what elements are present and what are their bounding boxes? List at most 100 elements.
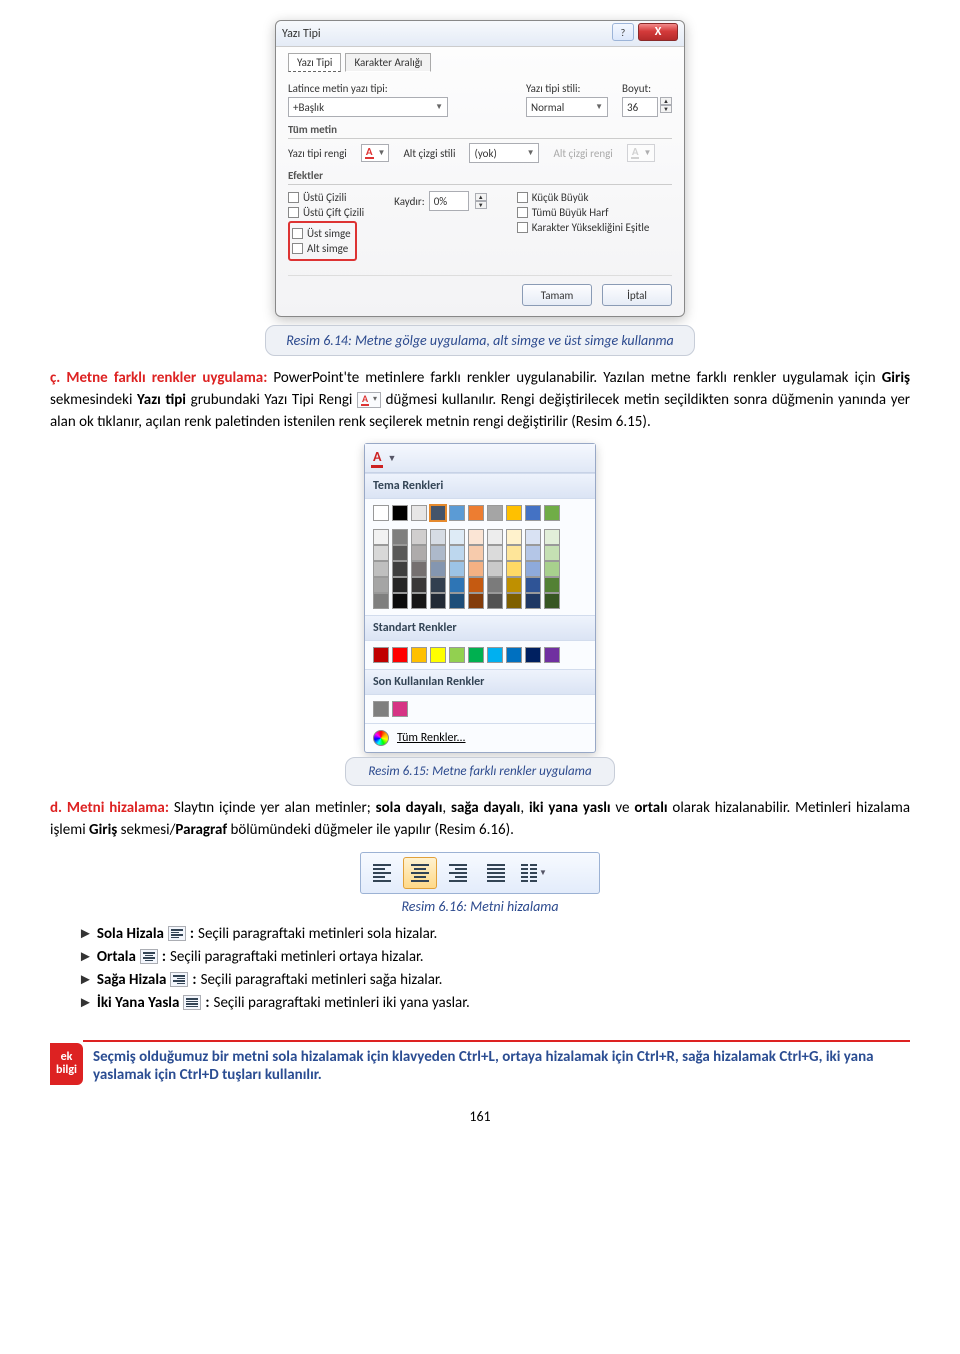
color-swatch[interactable] (525, 561, 541, 577)
check-double-strike[interactable]: Üstü Çift Çizili (288, 206, 364, 219)
color-swatch[interactable] (487, 545, 503, 561)
color-swatch[interactable] (392, 561, 408, 577)
font-color-picker[interactable]: A ▼ (361, 144, 390, 162)
color-swatch[interactable] (487, 529, 503, 545)
color-swatch[interactable] (506, 561, 522, 577)
color-swatch[interactable] (430, 545, 446, 561)
color-swatch[interactable] (544, 647, 560, 663)
color-swatch[interactable] (411, 647, 427, 663)
color-swatch[interactable] (468, 577, 484, 593)
color-swatch[interactable] (392, 505, 408, 521)
check-subscript[interactable]: Alt simge (292, 242, 351, 255)
color-swatch[interactable] (449, 593, 465, 609)
columns-button[interactable]: ▼ (517, 857, 551, 889)
color-swatch[interactable] (430, 647, 446, 663)
color-swatch[interactable] (487, 505, 503, 521)
color-swatch[interactable] (468, 529, 484, 545)
color-swatch[interactable] (392, 647, 408, 663)
color-swatch[interactable] (525, 577, 541, 593)
color-swatch[interactable] (525, 529, 541, 545)
color-swatch[interactable] (468, 593, 484, 609)
check-all-caps[interactable]: Tümü Büyük Harf (517, 206, 650, 219)
color-swatch[interactable] (411, 529, 427, 545)
font-size-spinner[interactable]: ▲▼ (660, 97, 672, 117)
color-swatch[interactable] (468, 647, 484, 663)
color-swatch[interactable] (487, 561, 503, 577)
check-equalize-height[interactable]: Karakter Yüksekliğini Eşitle (517, 221, 650, 234)
color-swatch[interactable] (449, 577, 465, 593)
color-swatch[interactable] (373, 529, 389, 545)
palette-trigger[interactable]: A ▼ (365, 444, 595, 473)
color-swatch[interactable] (411, 505, 427, 521)
color-swatch[interactable] (506, 577, 522, 593)
align-left-button[interactable] (365, 857, 399, 889)
font-style-combo[interactable]: Normal ▼ (526, 97, 608, 117)
color-swatch[interactable] (373, 647, 389, 663)
color-swatch[interactable] (487, 647, 503, 663)
align-center-button[interactable] (403, 857, 437, 889)
color-swatch[interactable] (468, 545, 484, 561)
color-swatch[interactable] (449, 505, 465, 521)
tab-spacing[interactable]: Karakter Aralığı (345, 53, 431, 72)
help-button[interactable]: ? (612, 23, 634, 41)
check-small-caps[interactable]: Küçük Büyük (517, 191, 650, 204)
color-swatch[interactable] (392, 701, 408, 717)
color-swatch[interactable] (373, 701, 389, 717)
align-right-button[interactable] (441, 857, 475, 889)
color-swatch[interactable] (506, 593, 522, 609)
color-swatch[interactable] (430, 529, 446, 545)
color-swatch[interactable] (506, 529, 522, 545)
color-swatch[interactable] (449, 545, 465, 561)
color-swatch[interactable] (430, 561, 446, 577)
color-swatch[interactable] (544, 529, 560, 545)
color-swatch[interactable] (411, 545, 427, 561)
color-swatch[interactable] (373, 561, 389, 577)
more-colors-item[interactable]: Tüm Renkler... (365, 723, 595, 752)
color-swatch[interactable] (430, 593, 446, 609)
underline-style-combo[interactable]: (yok) ▼ (469, 143, 539, 163)
color-swatch[interactable] (411, 561, 427, 577)
color-swatch[interactable] (373, 505, 389, 521)
color-swatch[interactable] (506, 505, 522, 521)
color-swatch[interactable] (525, 545, 541, 561)
color-swatch[interactable] (506, 647, 522, 663)
color-swatch[interactable] (411, 593, 427, 609)
color-swatch[interactable] (468, 561, 484, 577)
color-swatch[interactable] (449, 529, 465, 545)
color-swatch[interactable] (373, 593, 389, 609)
font-size-input[interactable]: 36 (622, 97, 658, 117)
offset-input[interactable]: 0% (429, 191, 469, 211)
check-superscript[interactable]: Üst simge (292, 227, 351, 240)
color-swatch[interactable] (487, 577, 503, 593)
align-justify-button[interactable] (479, 857, 513, 889)
color-swatch[interactable] (506, 545, 522, 561)
color-swatch[interactable] (430, 505, 446, 521)
color-swatch[interactable] (392, 545, 408, 561)
tab-font[interactable]: Yazı Tipi (288, 53, 341, 72)
close-button[interactable]: X (638, 23, 678, 41)
color-swatch[interactable] (544, 561, 560, 577)
color-swatch[interactable] (525, 647, 541, 663)
color-swatch[interactable] (544, 505, 560, 521)
color-swatch[interactable] (525, 505, 541, 521)
check-strikethrough[interactable]: Üstü Çizili (288, 191, 364, 204)
color-swatch[interactable] (373, 577, 389, 593)
color-swatch[interactable] (392, 593, 408, 609)
color-swatch[interactable] (449, 647, 465, 663)
color-swatch[interactable] (544, 593, 560, 609)
color-swatch[interactable] (525, 593, 541, 609)
color-swatch[interactable] (411, 577, 427, 593)
color-swatch[interactable] (544, 577, 560, 593)
color-swatch[interactable] (430, 577, 446, 593)
ok-button[interactable]: Tamam (522, 284, 592, 306)
color-swatch[interactable] (373, 545, 389, 561)
color-swatch[interactable] (392, 529, 408, 545)
cancel-button[interactable]: İptal (602, 284, 672, 306)
color-swatch[interactable] (449, 561, 465, 577)
color-swatch[interactable] (487, 593, 503, 609)
latin-font-combo[interactable]: +Başlık ▼ (288, 97, 448, 117)
color-swatch[interactable] (392, 577, 408, 593)
offset-spinner[interactable]: ▲▼ (475, 193, 487, 209)
color-swatch[interactable] (468, 505, 484, 521)
color-swatch[interactable] (544, 545, 560, 561)
